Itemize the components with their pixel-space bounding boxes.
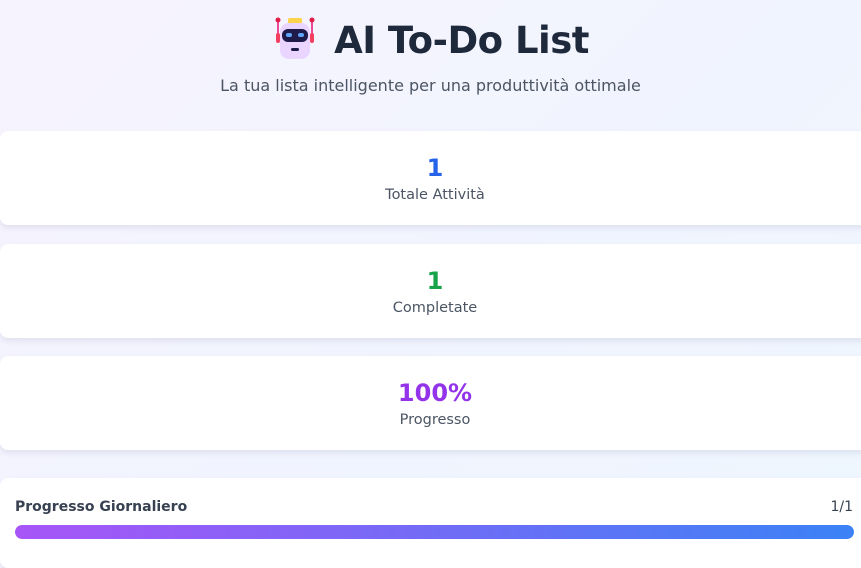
page-title: AI To-Do List — [334, 18, 589, 62]
progress-bar — [15, 525, 854, 539]
stat-value: 1 — [426, 154, 444, 182]
robot-icon — [272, 15, 318, 65]
stat-card-total: 1 Totale Attività — [0, 131, 861, 225]
daily-progress-count: 1/1 — [830, 499, 853, 515]
stat-label: Progresso — [399, 412, 471, 428]
stat-card-progress: 100% Progresso — [0, 356, 861, 450]
page-subtitle: La tua lista intelligente per una produt… — [220, 76, 641, 95]
header: AI To-Do List La tua lista intelligente … — [0, 14, 861, 95]
stat-value: 100% — [397, 379, 473, 407]
stat-card-completed: 1 Completate — [0, 244, 861, 338]
daily-progress-card: Progresso Giornaliero 1/1 — [0, 478, 861, 568]
stat-label: Completate — [392, 300, 478, 316]
daily-progress-title: Progresso Giornaliero — [15, 499, 188, 515]
progress-bar-fill — [15, 525, 854, 539]
stat-value: 1 — [426, 267, 444, 295]
stat-label: Totale Attività — [385, 187, 485, 203]
